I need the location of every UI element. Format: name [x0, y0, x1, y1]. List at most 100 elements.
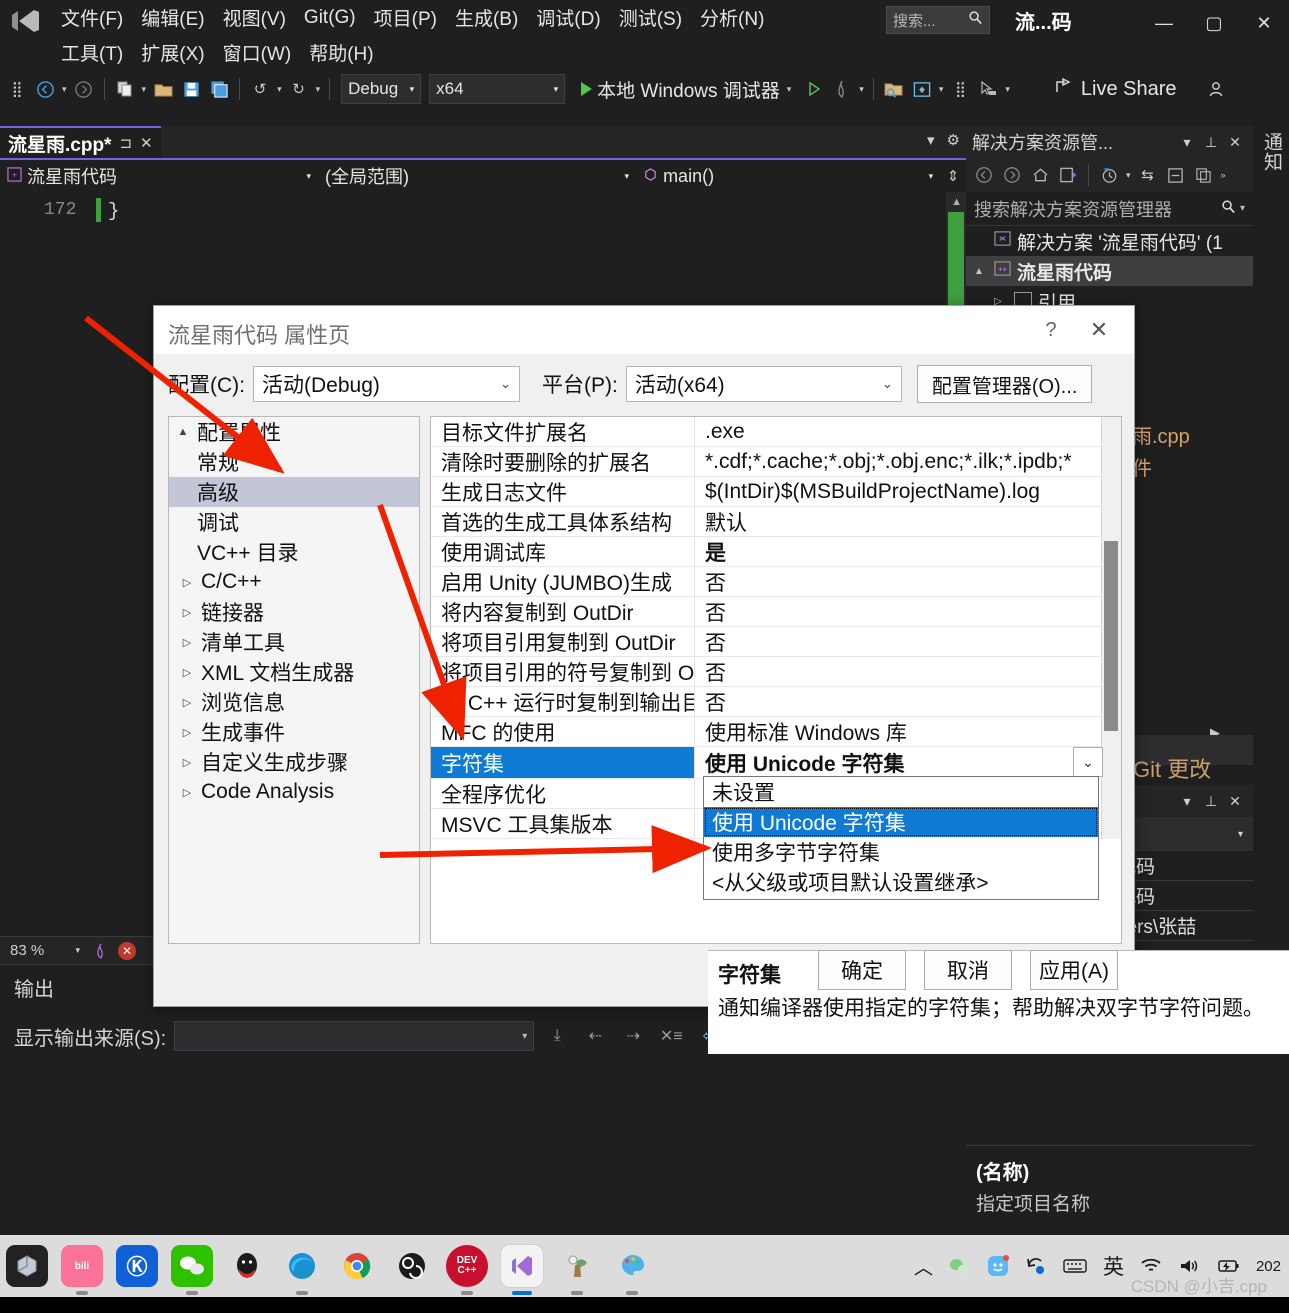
pending-changes-icon[interactable]	[1096, 161, 1122, 189]
pointer-select-icon[interactable]	[975, 75, 1001, 103]
menu-test[interactable]: 测试(S)	[610, 2, 691, 33]
start-icon[interactable]	[6, 1245, 48, 1287]
scroll-up-arrow-icon[interactable]: ▲	[951, 196, 962, 208]
menu-project[interactable]: 项目(P)	[365, 2, 446, 33]
pin-icon[interactable]: ⊐	[119, 134, 132, 152]
solution-explorer-search[interactable]: 搜索解决方案资源管理器 ▾	[966, 192, 1253, 226]
close-icon[interactable]: ✕	[1223, 129, 1247, 155]
back-icon[interactable]	[971, 161, 997, 189]
editor-tab-active[interactable]: 流星雨.cpp* ⊐ ✕	[0, 126, 161, 158]
chevron-down-icon[interactable]: ▾	[1240, 203, 1245, 214]
dropdown-option-unicode[interactable]: 使用 Unicode 字符集	[704, 807, 1098, 837]
tray-sync-icon[interactable]	[1025, 1255, 1047, 1277]
table-row[interactable]: 将 C++ 运行时复制到输出目 否	[431, 687, 1103, 717]
visual-studio-icon[interactable]	[501, 1245, 543, 1295]
expander-icon[interactable]: ▷	[179, 696, 195, 709]
sync-icon[interactable]: ⇆	[1135, 161, 1161, 189]
save-icon[interactable]	[178, 75, 204, 103]
obs-icon[interactable]	[391, 1245, 433, 1287]
property-grid-scrollbar[interactable]	[1101, 417, 1121, 839]
tree-node-linker[interactable]: ▷ 链接器	[169, 597, 419, 627]
cancel-button[interactable]: 取消	[924, 950, 1012, 990]
menu-edit[interactable]: 编辑(E)	[132, 2, 213, 33]
clear-output-icon[interactable]: ⤓	[542, 1022, 572, 1050]
menu-extensions[interactable]: 扩展(X)	[132, 37, 213, 68]
notifications-tab-label[interactable]: 通知	[1258, 132, 1285, 172]
toolbar-grip[interactable]: ⣿	[4, 75, 30, 103]
property-grid-scroll-thumb[interactable]	[1104, 541, 1118, 731]
close-tab-icon[interactable]: ✕	[140, 134, 153, 152]
table-row[interactable]: 生成日志文件 $(IntDir)$(MSBuildProjectName).lo…	[431, 477, 1103, 507]
zoom-level-combo[interactable]: 83 % ▾	[6, 939, 84, 962]
undo-icon[interactable]: ↺	[247, 75, 273, 103]
go-previous-icon[interactable]: ⇠	[580, 1022, 610, 1050]
tray-wechat-icon[interactable]	[949, 1257, 971, 1276]
tree-node-advanced[interactable]: 高级	[169, 477, 419, 507]
tree-node-debug[interactable]: 调试	[169, 507, 419, 537]
edge-icon[interactable]	[281, 1245, 323, 1295]
table-row[interactable]: 首选的生成工具体系结构 默认	[431, 507, 1103, 537]
menu-build[interactable]: 生成(B)	[446, 2, 527, 33]
apply-button[interactable]: 应用(A)	[1030, 950, 1118, 990]
maximize-button[interactable]: ▢	[1189, 0, 1239, 46]
intellisense-icon[interactable]	[88, 937, 114, 965]
source-file-node-label-2[interactable]: 件	[1132, 452, 1152, 481]
chrome-icon[interactable]	[336, 1245, 378, 1287]
navigate-forward-icon[interactable]	[71, 75, 97, 103]
switch-views-icon[interactable]	[1055, 161, 1081, 189]
help-button[interactable]: ?	[1034, 314, 1068, 346]
close-icon[interactable]: ✕	[1223, 788, 1247, 814]
new-project-icon[interactable]	[112, 75, 138, 103]
undo-dropdown-icon[interactable]: ▾	[275, 84, 284, 95]
tree-node-c-cpp[interactable]: ▷ C/C++	[169, 567, 419, 597]
table-row[interactable]: 将项目引用复制到 OutDir 否	[431, 627, 1103, 657]
go-next-icon[interactable]: ⇢	[618, 1022, 648, 1050]
qq-icon[interactable]	[226, 1245, 268, 1287]
plant-icon[interactable]	[556, 1245, 598, 1295]
pin-icon[interactable]: ⊥	[1199, 788, 1223, 814]
menu-git[interactable]: Git(G)	[295, 5, 365, 31]
close-button[interactable]: ✕	[1239, 0, 1289, 46]
menu-tools[interactable]: 工具(T)	[52, 37, 132, 68]
table-row[interactable]: 启用 Unity (JUMBO)生成 否	[431, 567, 1103, 597]
pointer-dropdown-icon[interactable]: ▾	[1003, 84, 1012, 95]
tray-expand-icon[interactable]: ︿	[914, 1253, 933, 1280]
output-source-combo[interactable]: ▾	[174, 1021, 535, 1051]
menu-view[interactable]: 视图(V)	[214, 2, 295, 33]
table-row[interactable]: 将内容复制到 OutDir 否	[431, 597, 1103, 627]
tree-node-config-properties[interactable]: ▲ 配置属性	[169, 417, 419, 447]
tree-node-browse-information[interactable]: ▷ 浏览信息	[169, 687, 419, 717]
tree-node-custom-build-step[interactable]: ▷ 自定义生成步骤	[169, 747, 419, 777]
expander-icon[interactable]: ▲	[974, 266, 988, 277]
clear-all-icon[interactable]: ✕≡	[656, 1022, 686, 1050]
tree-node-manifest-tool[interactable]: ▷ 清单工具	[169, 627, 419, 657]
charset-dropdown-button[interactable]: ⌄	[1073, 747, 1103, 777]
account-icon[interactable]	[1203, 75, 1229, 103]
chevron-down-icon[interactable]: ▾	[1124, 170, 1133, 181]
menu-debug[interactable]: 调试(D)	[527, 2, 609, 33]
tree-node-build-events[interactable]: ▷ 生成事件	[169, 717, 419, 747]
home-icon[interactable]	[1027, 161, 1053, 189]
tree-node-code-analysis[interactable]: ▷ Code Analysis	[169, 777, 419, 807]
chevron-down-icon[interactable]: ▾	[1175, 129, 1199, 155]
gear-icon[interactable]: ⚙	[947, 131, 960, 149]
menu-help[interactable]: 帮助(H)	[300, 37, 382, 68]
chevron-down-icon[interactable]: ▾	[927, 131, 935, 149]
pin-icon[interactable]: ⊥	[1199, 129, 1223, 155]
menu-analyze[interactable]: 分析(N)	[691, 2, 773, 33]
back-dropdown-icon[interactable]: ▾	[60, 84, 69, 95]
error-indicator-icon[interactable]: ✕	[118, 941, 136, 960]
collapse-all-icon[interactable]	[1163, 161, 1189, 189]
start-without-debugging-icon[interactable]	[801, 75, 827, 103]
expander-icon[interactable]: ▷	[179, 636, 195, 649]
expander-icon[interactable]: ▲	[175, 426, 191, 438]
tray-keyboard-icon[interactable]	[1063, 1258, 1087, 1274]
overflow-icon[interactable]: »	[1219, 170, 1228, 180]
platform-combo[interactable]: 活动(x64) ⌄	[625, 366, 902, 402]
table-row[interactable]: 目标文件扩展名 .exe	[431, 417, 1103, 447]
toolbar-grip-2[interactable]: ⣿	[947, 75, 973, 103]
split-view-icon[interactable]: ⇕	[940, 162, 966, 190]
charset-dropdown-list[interactable]: 未设置 使用 Unicode 字符集 使用多字节字符集 <从父级或项目默认设置继…	[703, 776, 1099, 900]
tray-app-icon[interactable]	[987, 1255, 1009, 1277]
paint-icon[interactable]	[611, 1245, 653, 1295]
